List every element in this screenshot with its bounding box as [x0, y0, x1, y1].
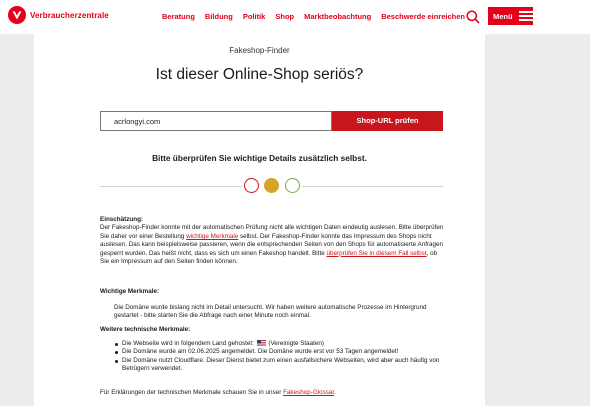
menu-button[interactable]: Menü	[488, 7, 533, 25]
finder-label: Fakeshop-Finder	[229, 46, 290, 55]
nav-shop[interactable]: Shop	[275, 12, 294, 21]
nav-marktbeobachtung[interactable]: Marktbeobachtung	[304, 12, 371, 21]
traffic-light-green	[285, 178, 300, 193]
verbraucherzentrale-logo-icon	[8, 6, 26, 24]
search-icon[interactable]	[466, 10, 480, 24]
technical-list: Die Webseite wird in folgendem Land geho…	[114, 340, 449, 374]
features-text: Die Domäne wurde bislang nicht im Detail…	[114, 304, 427, 320]
site-header: Verbraucherzentrale Beratung Bildung Pol…	[0, 0, 590, 34]
list-item: Die Webseite wird in folgendem Land geho…	[114, 340, 449, 348]
main-nav: Beratung Bildung Politik Shop Marktbeoba…	[162, 12, 475, 21]
fakeshop-glossar-link[interactable]: Fakeshop-Glossar	[283, 389, 334, 396]
traffic-light-red	[244, 178, 259, 193]
wichtige-merkmale-link[interactable]: wichtige Merkmale	[186, 233, 238, 240]
nav-beschwerde-einreichen[interactable]: Beschwerde einreichen	[381, 12, 465, 21]
technical-heading: Weitere technische Merkmale:	[100, 326, 191, 333]
check-url-button[interactable]: Shop-URL prüfen	[332, 111, 443, 131]
nav-politik[interactable]: Politik	[243, 12, 266, 21]
traffic-light-yellow-active	[264, 178, 279, 193]
nav-beratung[interactable]: Beratung	[162, 12, 195, 21]
assessment-section: Einschätzung: Der Fakeshop-Finder konnte…	[100, 216, 445, 266]
hosting-country-text: Die Webseite wird in folgendem Land geho…	[122, 340, 256, 347]
nav-bildung[interactable]: Bildung	[205, 12, 233, 21]
glossary-note: Für Erklärungen der technischen Merkmale…	[100, 389, 336, 397]
selbst-pruefen-link[interactable]: überprüfen Sie in diesem Fall selbst	[326, 250, 426, 257]
logo[interactable]: Verbraucherzentrale	[8, 6, 109, 24]
shop-url-input[interactable]	[100, 111, 332, 131]
glossary-note-text: Für Erklärungen der technischen Merkmale…	[100, 389, 284, 396]
hamburger-icon	[518, 11, 533, 21]
assessment-heading: Einschätzung:	[100, 216, 144, 223]
hint-text: Bitte überprüfen Sie wichtige Details zu…	[152, 153, 367, 163]
hosting-country-name: (Vereinigte Staaten)	[266, 340, 325, 347]
us-flag-icon	[256, 340, 266, 347]
page-title: Ist dieser Online-Shop seriös?	[155, 66, 364, 83]
logo-text: Verbraucherzentrale	[30, 10, 109, 20]
list-item: Die Domäne nutzt Cloudflare. Dieser Dien…	[114, 357, 449, 374]
menu-label: Menü	[493, 11, 513, 21]
fakeshop-finder-card: Fakeshop-Finder Ist dieser Online-Shop s…	[34, 34, 485, 406]
glossary-note-end: .	[334, 389, 336, 396]
features-heading: Wichtige Merkmale:	[100, 288, 160, 295]
list-item: Die Domäne wurde am 02.06.2025 angemelde…	[114, 348, 449, 356]
